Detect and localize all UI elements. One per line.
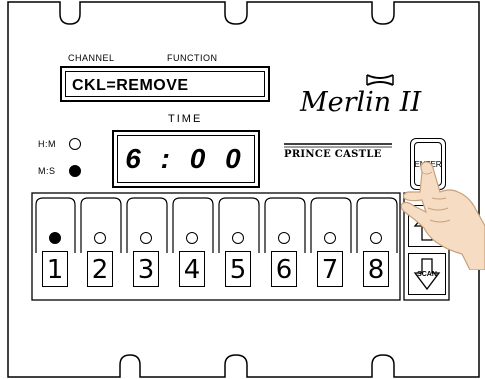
hm-label: H:M: [38, 139, 56, 149]
channel-key-label: 3: [133, 251, 159, 287]
key-separators: [35, 197, 398, 253]
merlin-logo-icon: [366, 74, 394, 86]
channel-key-label: 4: [179, 251, 205, 287]
time-label: TIME: [168, 113, 203, 125]
channel-label: CHANNEL: [68, 53, 115, 63]
channel-key-label: 1: [42, 251, 68, 287]
function-display-text: CKL=REMOVE: [72, 77, 189, 94]
channel-key-label: 2: [87, 251, 113, 287]
channel-key-label: 5: [225, 251, 251, 287]
scan-button-label: SCAN: [417, 271, 437, 278]
function-display: CKL=REMOVE: [60, 66, 270, 102]
pointing-hand-icon: [400, 161, 485, 270]
ms-indicator[interactable]: [69, 165, 81, 177]
hm-indicator[interactable]: [69, 138, 81, 150]
time-display: 6 : 0 0: [112, 130, 260, 188]
channel-key-label: 7: [317, 251, 343, 287]
time-display-text: 6 : 0 0: [125, 143, 247, 174]
channel-key-label: 6: [271, 251, 297, 287]
channel-key-label: 8: [363, 251, 389, 287]
function-label: FUNCTION: [167, 53, 218, 63]
ms-label: M:S: [38, 166, 56, 176]
prince-castle-text: PRINCE CASTLE: [284, 149, 382, 160]
merlin-logo-text: Merlin II: [300, 87, 422, 118]
